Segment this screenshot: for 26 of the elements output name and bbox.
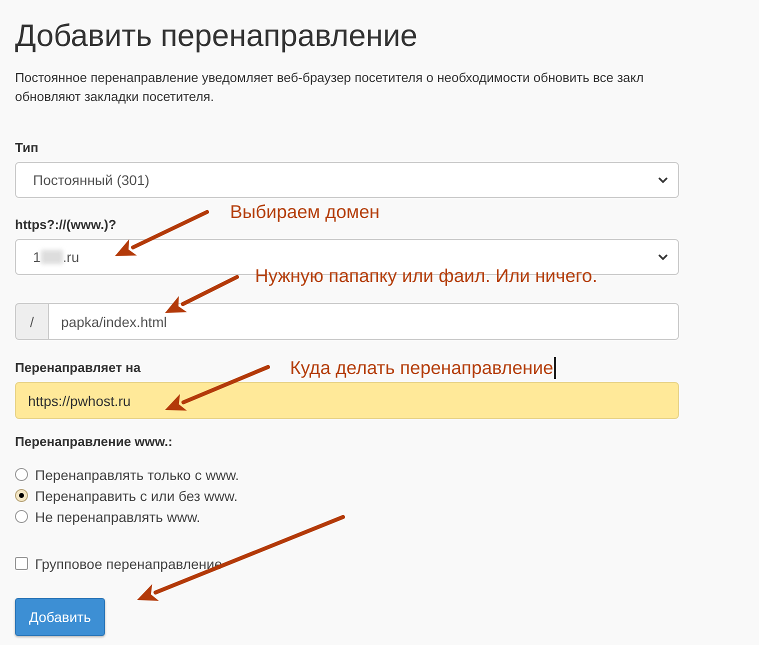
input-field[interactable]: papka/index.html [48, 303, 679, 340]
path-prefix: / [15, 303, 48, 340]
dropdown-value: .ru [62, 249, 80, 265]
description-text: Постоянное перенаправление уведомляет веб-браузер посетителя о необходимости обновить все закл [15, 70, 644, 85]
field-label: Тип [15, 140, 38, 155]
dropdown-value: 1 [33, 249, 41, 265]
radio-button[interactable] [15, 489, 28, 502]
caret-icon [658, 176, 668, 184]
annotation-text: Выбираем домен [230, 201, 380, 223]
radio-button[interactable] [15, 510, 28, 523]
page-title: Добавить перенаправление [15, 18, 419, 54]
option-label: Групповое перенаправление [35, 556, 222, 572]
annotation-text: Куда делать перенаправление [290, 357, 554, 379]
option-label: Перенаправить с или без www. [35, 488, 238, 504]
option-label: Не перенаправлять www. [35, 508, 200, 524]
field-label: Перенаправляет на [15, 360, 141, 375]
option-label: Перенаправлять только с www. [35, 466, 240, 482]
field-label: https?://(www.)? [15, 217, 116, 232]
description-text: обновляют закладки посетителя. [15, 89, 214, 104]
radio-button[interactable] [15, 468, 28, 481]
checkbox[interactable] [15, 557, 28, 570]
dropdown-value: Постоянный (301) [33, 172, 150, 188]
field-label: Перенаправление www.: [15, 434, 172, 449]
caret-icon [658, 254, 668, 260]
input-field[interactable]: https://pwhost.ru [15, 382, 679, 419]
dropdown[interactable]: Постоянный (301) [15, 162, 679, 198]
